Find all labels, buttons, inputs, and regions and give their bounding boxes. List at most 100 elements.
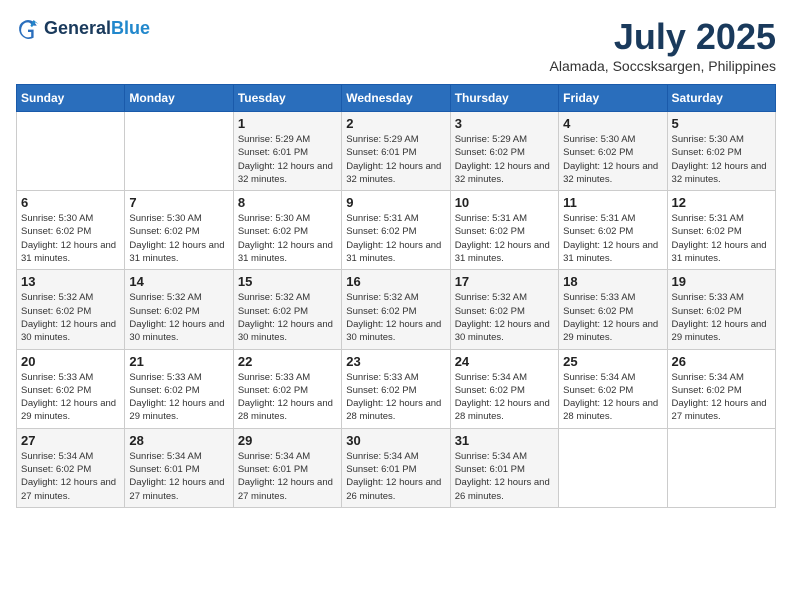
day-info: Sunrise: 5:31 AM Sunset: 6:02 PM Dayligh…	[455, 212, 554, 265]
calendar-day-cell: 19 Sunrise: 5:33 AM Sunset: 6:02 PM Dayli…	[667, 270, 775, 349]
day-number: 12	[672, 195, 771, 210]
calendar-day-cell: 22 Sunrise: 5:33 AM Sunset: 6:02 PM Dayli…	[233, 349, 341, 428]
calendar-day-cell: 24 Sunrise: 5:34 AM Sunset: 6:02 PM Dayli…	[450, 349, 558, 428]
day-info: Sunrise: 5:30 AM Sunset: 6:02 PM Dayligh…	[563, 133, 662, 186]
day-number: 8	[238, 195, 337, 210]
calendar-day-cell: 16 Sunrise: 5:32 AM Sunset: 6:02 PM Dayli…	[342, 270, 450, 349]
day-info: Sunrise: 5:32 AM Sunset: 6:02 PM Dayligh…	[129, 291, 228, 344]
day-info: Sunrise: 5:31 AM Sunset: 6:02 PM Dayligh…	[672, 212, 771, 265]
day-number: 2	[346, 116, 445, 131]
day-info: Sunrise: 5:33 AM Sunset: 6:02 PM Dayligh…	[672, 291, 771, 344]
calendar-week-row: 20Sunrise: 5:33 AM Sunset: 6:02 PM Dayli…	[17, 349, 776, 428]
weekday-header: Tuesday	[233, 85, 341, 112]
day-info: Sunrise: 5:33 AM Sunset: 6:02 PM Dayligh…	[21, 371, 120, 424]
calendar-table: SundayMondayTuesdayWednesdayThursdayFrid…	[16, 84, 776, 508]
day-info: Sunrise: 5:33 AM Sunset: 6:02 PM Dayligh…	[346, 371, 445, 424]
day-number: 24	[455, 354, 554, 369]
calendar-day-cell: 6Sunrise: 5:30 AM Sunset: 6:02 PM Daylig…	[17, 191, 125, 270]
day-info: Sunrise: 5:30 AM Sunset: 6:02 PM Dayligh…	[129, 212, 228, 265]
weekday-header: Thursday	[450, 85, 558, 112]
day-number: 22	[238, 354, 337, 369]
calendar-day-cell: 21Sunrise: 5:33 AM Sunset: 6:02 PM Dayli…	[125, 349, 233, 428]
calendar-week-row: 6 Sunrise: 5:30 AM Sunset: 6:02 PM Daylig…	[17, 191, 776, 270]
calendar-day-cell: 13 Sunrise: 5:32 AM Sunset: 6:02 PM Dayli…	[17, 270, 125, 349]
day-info: Sunrise: 5:31 AM Sunset: 6:02 PM Dayligh…	[346, 212, 445, 265]
day-info: Sunrise: 5:34 AM Sunset: 6:02 PM Dayligh…	[563, 371, 662, 424]
weekday-header: Friday	[559, 85, 667, 112]
day-info: Sunrise: 5:34 AM Sunset: 6:02 PM Dayligh…	[455, 371, 554, 424]
calendar-day-cell: 26 Sunrise: 5:34 AM Sunset: 6:02 PM Dayli…	[667, 349, 775, 428]
day-number: 23	[346, 354, 445, 369]
title-block: July 2025 Alamada, Soccsksargen, Philipp…	[550, 16, 776, 74]
day-number: 6	[21, 195, 120, 210]
day-info: Sunrise: 5:33 AM Sunset: 6:02 PM Dayligh…	[238, 371, 337, 424]
calendar-day-cell: 23 Sunrise: 5:33 AM Sunset: 6:02 PM Dayli…	[342, 349, 450, 428]
calendar-day-cell: 20Sunrise: 5:33 AM Sunset: 6:02 PM Dayli…	[17, 349, 125, 428]
calendar-day-cell: 4Sunrise: 5:30 AM Sunset: 6:02 PM Daylig…	[559, 112, 667, 191]
calendar-day-cell: 10 Sunrise: 5:31 AM Sunset: 6:02 PM Dayli…	[450, 191, 558, 270]
day-info: Sunrise: 5:29 AM Sunset: 6:01 PM Dayligh…	[238, 133, 337, 186]
day-number: 21	[129, 354, 228, 369]
day-number: 28	[129, 433, 228, 448]
calendar-day-cell: 18 Sunrise: 5:33 AM Sunset: 6:02 PM Dayli…	[559, 270, 667, 349]
day-info: Sunrise: 5:33 AM Sunset: 6:02 PM Dayligh…	[563, 291, 662, 344]
day-info: Sunrise: 5:29 AM Sunset: 6:02 PM Dayligh…	[455, 133, 554, 186]
day-number: 30	[346, 433, 445, 448]
calendar-day-cell: 27Sunrise: 5:34 AM Sunset: 6:02 PM Dayli…	[17, 428, 125, 507]
calendar-week-row: 13 Sunrise: 5:32 AM Sunset: 6:02 PM Dayli…	[17, 270, 776, 349]
day-number: 7	[129, 195, 228, 210]
weekday-header: Saturday	[667, 85, 775, 112]
logo-text: GeneralBlue	[44, 18, 150, 39]
logo-general: General	[44, 18, 111, 38]
day-info: Sunrise: 5:34 AM Sunset: 6:01 PM Dayligh…	[129, 450, 228, 503]
calendar-day-cell: 28 Sunrise: 5:34 AM Sunset: 6:01 PM Dayli…	[125, 428, 233, 507]
calendar-day-cell	[559, 428, 667, 507]
day-number: 29	[238, 433, 337, 448]
day-number: 16	[346, 274, 445, 289]
day-number: 26	[672, 354, 771, 369]
day-number: 31	[455, 433, 554, 448]
calendar-week-row: 1Sunrise: 5:29 AM Sunset: 6:01 PM Daylig…	[17, 112, 776, 191]
calendar-day-cell: 3 Sunrise: 5:29 AM Sunset: 6:02 PM Daylig…	[450, 112, 558, 191]
day-number: 9	[346, 195, 445, 210]
day-info: Sunrise: 5:31 AM Sunset: 6:02 PM Dayligh…	[563, 212, 662, 265]
calendar-day-cell	[667, 428, 775, 507]
day-info: Sunrise: 5:34 AM Sunset: 6:02 PM Dayligh…	[672, 371, 771, 424]
calendar-day-cell: 8 Sunrise: 5:30 AM Sunset: 6:02 PM Daylig…	[233, 191, 341, 270]
logo-blue: Blue	[111, 18, 150, 38]
day-info: Sunrise: 5:34 AM Sunset: 6:01 PM Dayligh…	[455, 450, 554, 503]
day-number: 3	[455, 116, 554, 131]
day-number: 15	[238, 274, 337, 289]
calendar-day-cell: 17Sunrise: 5:32 AM Sunset: 6:02 PM Dayli…	[450, 270, 558, 349]
calendar-day-cell: 14 Sunrise: 5:32 AM Sunset: 6:02 PM Dayli…	[125, 270, 233, 349]
day-info: Sunrise: 5:29 AM Sunset: 6:01 PM Dayligh…	[346, 133, 445, 186]
day-info: Sunrise: 5:30 AM Sunset: 6:02 PM Dayligh…	[238, 212, 337, 265]
calendar-day-cell: 12 Sunrise: 5:31 AM Sunset: 6:02 PM Dayli…	[667, 191, 775, 270]
logo-icon	[16, 16, 40, 40]
day-info: Sunrise: 5:34 AM Sunset: 6:02 PM Dayligh…	[21, 450, 120, 503]
day-number: 13	[21, 274, 120, 289]
day-info: Sunrise: 5:32 AM Sunset: 6:02 PM Dayligh…	[238, 291, 337, 344]
location: Alamada, Soccsksargen, Philippines	[550, 58, 776, 74]
day-info: Sunrise: 5:34 AM Sunset: 6:01 PM Dayligh…	[238, 450, 337, 503]
day-info: Sunrise: 5:34 AM Sunset: 6:01 PM Dayligh…	[346, 450, 445, 503]
weekday-header: Sunday	[17, 85, 125, 112]
day-info: Sunrise: 5:32 AM Sunset: 6:02 PM Dayligh…	[21, 291, 120, 344]
weekday-header: Wednesday	[342, 85, 450, 112]
day-number: 18	[563, 274, 662, 289]
weekday-header: Monday	[125, 85, 233, 112]
day-number: 19	[672, 274, 771, 289]
calendar-day-cell: 1Sunrise: 5:29 AM Sunset: 6:01 PM Daylig…	[233, 112, 341, 191]
day-info: Sunrise: 5:30 AM Sunset: 6:02 PM Dayligh…	[672, 133, 771, 186]
day-number: 10	[455, 195, 554, 210]
day-number: 14	[129, 274, 228, 289]
day-info: Sunrise: 5:32 AM Sunset: 6:02 PM Dayligh…	[346, 291, 445, 344]
calendar-day-cell	[125, 112, 233, 191]
logo: GeneralBlue	[16, 16, 150, 40]
day-number: 17	[455, 274, 554, 289]
calendar-day-cell	[17, 112, 125, 191]
calendar-day-cell: 9 Sunrise: 5:31 AM Sunset: 6:02 PM Daylig…	[342, 191, 450, 270]
weekday-header-row: SundayMondayTuesdayWednesdayThursdayFrid…	[17, 85, 776, 112]
page-header: GeneralBlue July 2025 Alamada, Soccsksar…	[16, 16, 776, 74]
calendar-day-cell: 7 Sunrise: 5:30 AM Sunset: 6:02 PM Daylig…	[125, 191, 233, 270]
